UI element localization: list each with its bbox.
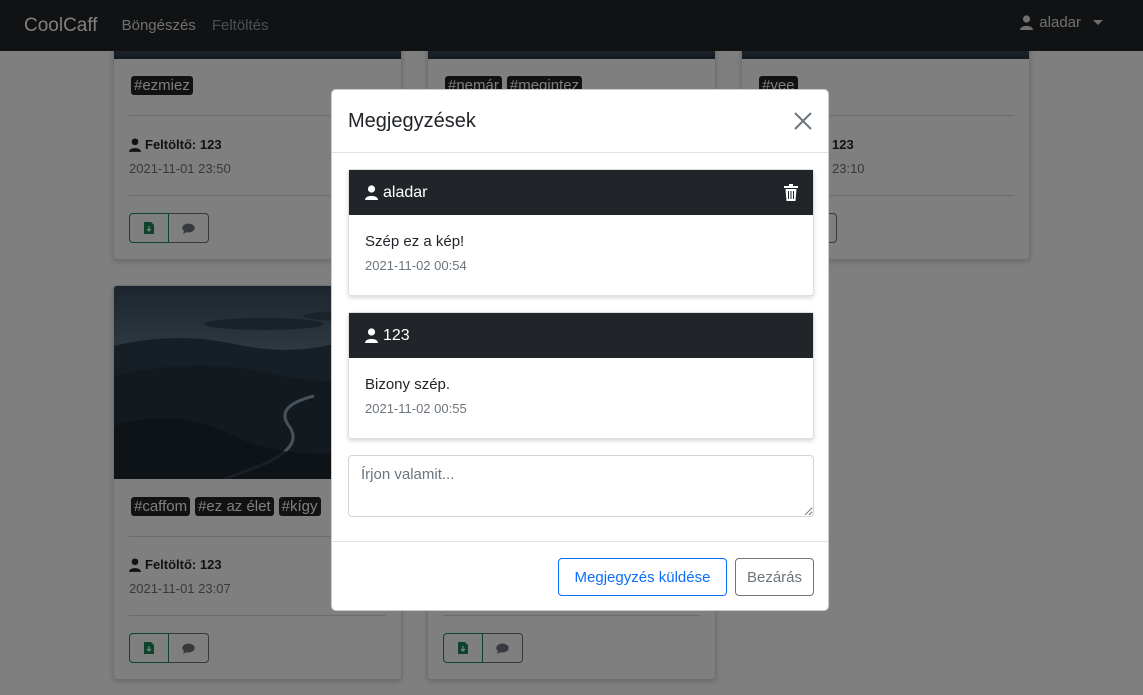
modal-footer: Megjegyzés küldése Bezárás xyxy=(332,541,828,612)
send-comment-button[interactable]: Megjegyzés küldése xyxy=(558,558,727,596)
close-button[interactable]: Bezárás xyxy=(735,558,814,596)
comment-input[interactable] xyxy=(348,455,814,517)
comment-text: Szép ez a kép! xyxy=(365,233,465,250)
comment-date: 2021-11-02 00:54 xyxy=(365,258,467,273)
comment-body: Szép ez a kép! 2021-11-02 00:54 xyxy=(349,215,813,295)
modal-title: Megjegyzések xyxy=(348,110,476,132)
comments-modal: Megjegyzések aladar Szép ez a kép! 2021-… xyxy=(331,89,829,611)
user-icon xyxy=(365,328,378,343)
comment-header: aladar xyxy=(349,170,813,215)
comment-body: Bizony szép. 2021-11-02 00:55 xyxy=(349,358,813,438)
close-icon[interactable] xyxy=(792,110,814,132)
trash-icon[interactable] xyxy=(784,184,798,201)
user-icon xyxy=(365,185,378,200)
comment-text: Bizony szép. xyxy=(365,376,451,393)
comment-card: aladar Szép ez a kép! 2021-11-02 00:54 xyxy=(348,169,814,296)
comment-author: 123 xyxy=(383,326,410,344)
modal-header: Megjegyzések xyxy=(332,90,828,153)
comment-date: 2021-11-02 00:55 xyxy=(365,401,467,416)
comment-card: 123 Bizony szép. 2021-11-02 00:55 xyxy=(348,312,814,439)
comment-header: 123 xyxy=(349,313,813,358)
comment-author: aladar xyxy=(383,183,428,201)
